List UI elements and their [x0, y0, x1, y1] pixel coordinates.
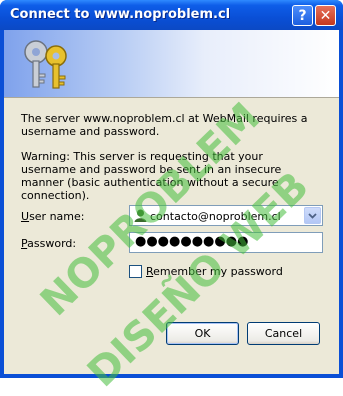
remember-label[interactable]: Remember my password [146, 265, 283, 278]
ok-button[interactable]: OK [166, 322, 239, 345]
cancel-button[interactable]: Cancel [247, 322, 320, 345]
help-button[interactable]: ? [292, 5, 313, 26]
window-title: Connect to www.noproblem.cl [10, 7, 231, 22]
username-combobox[interactable]: contacto@noproblem.cl [129, 205, 323, 226]
remember-checkbox[interactable] [129, 265, 142, 278]
intro-text: The server www.noproblem.cl at WebMail r… [21, 112, 308, 138]
warning-text: Warning: This server is requesting that … [21, 150, 282, 202]
keys-icon [24, 40, 67, 89]
close-button[interactable]: ✕ [315, 5, 336, 26]
title-bar[interactable]: Connect to www.noproblem.cl ? ✕ [0, 0, 343, 30]
banner [4, 30, 339, 98]
username-label: User name: [21, 210, 85, 223]
chevron-down-icon[interactable] [304, 207, 321, 224]
dialog-body: The server www.noproblem.cl at WebMail r… [4, 30, 339, 396]
remember-password[interactable]: Remember my password [129, 265, 283, 278]
password-field[interactable]: ●●●●●●●●●● [129, 232, 323, 253]
login-dialog: Connect to www.noproblem.cl ? ✕ The serv… [0, 0, 343, 396]
username-value: contacto@noproblem.cl [150, 210, 281, 223]
password-label: Password: [21, 237, 77, 250]
user-icon [134, 209, 147, 222]
